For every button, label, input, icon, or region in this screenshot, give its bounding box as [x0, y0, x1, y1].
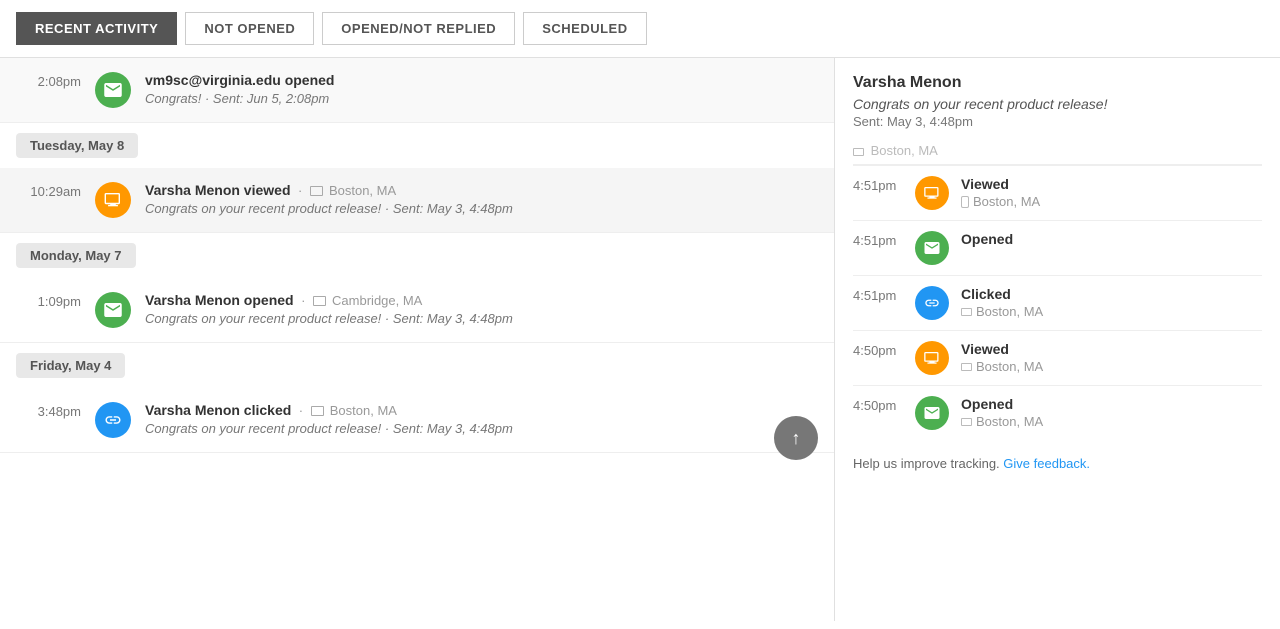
right-action: Clicked	[961, 286, 1262, 302]
email-open-icon	[95, 292, 131, 328]
date-separator-tuesday: Tuesday, May 8	[0, 123, 834, 168]
right-location: Boston, MA	[961, 414, 1262, 429]
right-activity-item-opened: 4:51pm Opened	[853, 220, 1262, 275]
activity-sub: Congrats! · Sent: Jun 5, 2:08pm	[145, 91, 818, 106]
activity-time: 1:09pm	[16, 292, 81, 309]
date-label: Friday, May 4	[16, 353, 125, 378]
activity-time: 10:29am	[16, 182, 81, 199]
right-activity-item-opened-2: 4:50pm Opened Boston, MA	[853, 385, 1262, 440]
header-tabs: RECENT ACTIVITY NOT OPENED OPENED/NOT RE…	[0, 0, 1280, 58]
main-layout: 2:08pm vm9sc@virginia.edu opened Congrat…	[0, 58, 1280, 621]
right-email-subject: Congrats on your recent product release!	[853, 96, 1262, 112]
right-view-icon	[915, 341, 949, 375]
activity-action-strong: Varsha Menon opened	[145, 292, 294, 308]
monitor-icon	[311, 406, 324, 416]
right-details: Clicked Boston, MA	[961, 286, 1262, 319]
date-label: Tuesday, May 8	[16, 133, 138, 158]
activity-time: 2:08pm	[16, 72, 81, 89]
feedback-text: Help us improve tracking.	[853, 456, 1000, 471]
date-separator-monday: Monday, May 7	[0, 233, 834, 278]
monitor-icon	[961, 363, 972, 371]
activity-sub: Congrats on your recent product release!…	[145, 201, 818, 216]
activity-title: Varsha Menon viewed · Boston, MA	[145, 182, 818, 198]
right-partial-location: Boston, MA	[853, 143, 1262, 165]
location-text: Cambridge, MA	[332, 293, 422, 308]
location-badge: · Cambridge, MA	[297, 293, 422, 308]
feedback-link[interactable]: Give feedback.	[1003, 456, 1090, 471]
activity-action-strong: Varsha Menon clicked	[145, 402, 291, 418]
right-action: Viewed	[961, 341, 1262, 357]
activity-sub: Congrats on your recent product release!…	[145, 421, 818, 436]
right-time: 4:50pm	[853, 341, 903, 358]
right-activity-item-viewed-1: 4:51pm Viewed Boston, MA	[853, 165, 1262, 220]
right-view-icon	[915, 176, 949, 210]
right-panel: Varsha Menon Congrats on your recent pro…	[835, 58, 1280, 621]
activity-content: Varsha Menon clicked · Boston, MA Congra…	[145, 402, 818, 436]
date-separator-friday: Friday, May 4	[0, 343, 834, 388]
right-sent-info: Sent: May 3, 4:48pm	[853, 114, 1262, 129]
email-open-icon	[95, 72, 131, 108]
right-details: Viewed Boston, MA	[961, 176, 1262, 209]
activity-content: Varsha Menon opened · Cambridge, MA Cong…	[145, 292, 818, 326]
link-icon	[95, 402, 131, 438]
right-time: 4:51pm	[853, 286, 903, 303]
right-activity-item-viewed-2: 4:50pm Viewed Boston, MA	[853, 330, 1262, 385]
monitor-icon	[961, 418, 972, 426]
activity-item-clicked[interactable]: 3:48pm Varsha Menon clicked · Boston, MA…	[0, 388, 834, 453]
right-email-open-icon	[915, 396, 949, 430]
right-action: Opened	[961, 396, 1262, 412]
monitor-icon	[961, 308, 972, 316]
scroll-up-button[interactable]: ↑	[774, 416, 818, 460]
phone-icon	[961, 196, 969, 208]
activity-title: vm9sc@virginia.edu opened	[145, 72, 818, 88]
activity-title: Varsha Menon clicked · Boston, MA	[145, 402, 818, 418]
activity-action-strong: Varsha Menon viewed	[145, 182, 291, 198]
tab-recent-activity[interactable]: RECENT ACTIVITY	[16, 12, 177, 45]
left-panel: 2:08pm vm9sc@virginia.edu opened Congrat…	[0, 58, 835, 621]
monitor-icon	[313, 296, 326, 306]
right-location: Boston, MA	[961, 304, 1262, 319]
right-email-open-icon	[915, 231, 949, 265]
right-time: 4:51pm	[853, 231, 903, 248]
activity-title: Varsha Menon opened · Cambridge, MA	[145, 292, 818, 308]
location-badge: · Boston, MA	[295, 403, 397, 418]
activity-content: Varsha Menon viewed · Boston, MA Congrat…	[145, 182, 818, 216]
right-action: Viewed	[961, 176, 1262, 192]
tab-opened-not-replied[interactable]: OPENED/NOT REPLIED	[322, 12, 515, 45]
right-activity-item-clicked: 4:51pm Clicked Boston, MA	[853, 275, 1262, 330]
right-location: Boston, MA	[961, 194, 1262, 209]
right-details: Opened Boston, MA	[961, 396, 1262, 429]
right-link-icon	[915, 286, 949, 320]
view-icon	[95, 182, 131, 218]
tab-scheduled[interactable]: SCHEDULED	[523, 12, 646, 45]
right-location: Boston, MA	[961, 359, 1262, 374]
feedback-row: Help us improve tracking. Give feedback.	[853, 456, 1262, 471]
activity-action: vm9sc@virginia.edu opened	[145, 72, 335, 88]
monitor-icon	[310, 186, 323, 196]
date-label: Monday, May 7	[16, 243, 136, 268]
activity-sub: Congrats on your recent product release!…	[145, 311, 818, 326]
activity-item-viewed[interactable]: 10:29am Varsha Menon viewed · Boston, MA	[0, 168, 834, 233]
location-text: Boston, MA	[329, 183, 396, 198]
tab-not-opened[interactable]: NOT OPENED	[185, 12, 314, 45]
right-time: 4:51pm	[853, 176, 903, 193]
right-action: Opened	[961, 231, 1262, 247]
activity-content: vm9sc@virginia.edu opened Congrats! · Se…	[145, 72, 818, 106]
activity-time: 3:48pm	[16, 402, 81, 419]
location-badge: · Boston, MA	[294, 183, 396, 198]
right-time: 4:50pm	[853, 396, 903, 413]
right-contact-name: Varsha Menon	[853, 74, 1262, 92]
right-details: Opened	[961, 231, 1262, 249]
activity-item-opened[interactable]: 1:09pm Varsha Menon opened · Cambridge, …	[0, 278, 834, 343]
activity-item-partial: 2:08pm vm9sc@virginia.edu opened Congrat…	[0, 58, 834, 123]
location-text: Boston, MA	[330, 403, 397, 418]
monitor-icon	[853, 148, 864, 156]
right-details: Viewed Boston, MA	[961, 341, 1262, 374]
